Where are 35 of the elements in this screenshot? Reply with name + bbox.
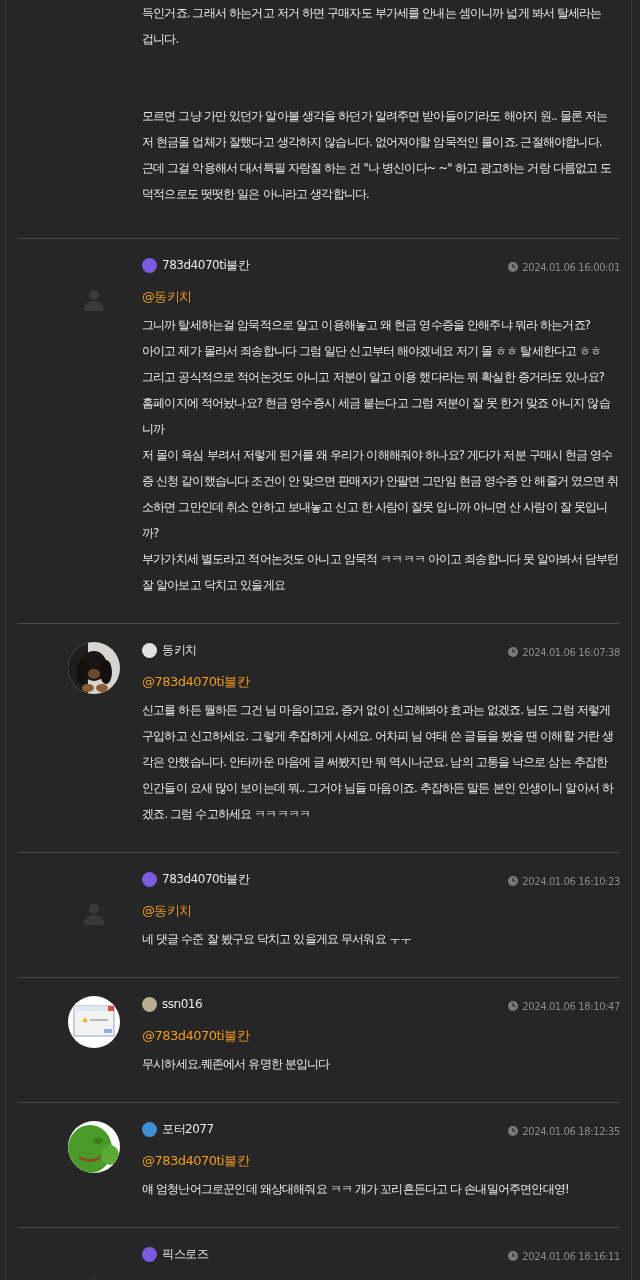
mention-link[interactable]: @783d4070ti불칸 xyxy=(142,1026,250,1046)
comment-text: 아이고 제가 몰라서 죄송합니다 그럼 일단 신고부터 해야겠네요 저기 몰 ㅎㅎ 탈세한다고 ㅎㅎ xyxy=(142,343,603,360)
mention-link[interactable]: @동키치 xyxy=(142,901,192,921)
comment-author[interactable]: 포터2077 xyxy=(162,1120,214,1138)
mention-link[interactable]: @783d4070ti불칸 xyxy=(142,672,250,692)
mention-link[interactable]: @783d4070ti불칸 xyxy=(142,1151,250,1171)
comment-text: 신고를 하든 뭘하든 그건 님 마음이고요, 증거 없이 신고해봐야 효과는 없겠죠. 님도 그럼 저렇게 구입하고 신고하세요. 그렇게 추잡하게 사세요. 어차피 님 여태 쓴 글들을 봤을 땐 이해할 거란 생각은 안했습니다. 안타까운 마음에 글 써봤지만 뭐 역시나군요. 남의 고통을 낙으로 삼는 추잡한 인간들이 요새 많이 보이는데 뭐.. 그거야 님들 마음이죠. 추잡하든 말든 본인 인생이니 알아서 하겠죠. 그럼 수고하세요 ㅋㅋㅋㅋㅋ xyxy=(142,702,615,823)
clock-icon xyxy=(508,1251,519,1261)
clock-icon xyxy=(508,1001,519,1011)
clock-icon xyxy=(508,1126,519,1136)
clock-icon xyxy=(508,647,519,657)
comment-time: 2024.01.06 16:00:01 xyxy=(522,260,620,275)
comment-author[interactable]: 동키치 xyxy=(162,641,197,659)
comment-author[interactable]: 픽스로즈 xyxy=(162,1245,209,1263)
comment-time: 2024.01.06 18:10:47 xyxy=(522,999,620,1014)
comment-text: 부가가치세 별도라고 적어논것도 아니고 암묵적 ㅋㅋㅋㅋ 아이고 죄송합니다 못 알아봐서 담부턴 잘 알아보고 닥치고 있을게요 xyxy=(142,551,620,594)
comment-text: 얘 엄청난어그로꾼인데 왜상대해줘요 ㅋㅋ 개가 꼬리흔든다고 다 손내밀어주면안대영! xyxy=(142,1181,570,1198)
comment-time: 2024.01.06 16:07:38 xyxy=(522,645,620,660)
comment-author[interactable]: 783d4070ti불칸 xyxy=(162,256,250,274)
comment-text: 무시하세요.퀘존에서 유명한 분입니다 xyxy=(142,1056,331,1073)
post-paragraph: 모르면 그냥 가만 있던가 알아볼 생각을 하던가 알려주면 받아들이기라도 해야지 원.. 물론 저는 저 현금몰 업체가 잘했다고 생각하지 않습니다. 없어져야할 암묵적인 룰이죠. 근절해야합니다. 근데 그걸 악용해서 대서특필 자랑질 하는 건 "나 병신이다~ ~" 하고 광고하는 거랑 다름없고 도덕적으로도 떳떳한 일은 아니라고 생각합니다. xyxy=(142,108,612,203)
comment-author[interactable]: ssn016 xyxy=(162,995,203,1013)
mention-link[interactable]: @동키치 xyxy=(142,287,192,307)
clock-icon xyxy=(508,876,519,886)
comment-text: 그니까 탈세하는걸 암묵적으로 알고 이용해놓고 왜 현금 영수증을 안해주냐 뭐라 하는거죠? xyxy=(142,317,592,334)
clock-icon xyxy=(508,262,519,272)
post-paragraph: 득인거죠. 그래서 하는거고 저거 하면 구매자도 부가세를 안내는 셈이니까 넓게 봐서 탈세라는 겁니다. xyxy=(142,5,603,48)
comment-author[interactable]: 783d4070ti불칸 xyxy=(162,870,250,888)
comment-time: 2024.01.06 16:10:23 xyxy=(522,874,620,889)
comment-time: 2024.01.06 18:12:35 xyxy=(522,1124,620,1139)
comment-text: 그리고 공식적으로 적어논것도 아니고 저분이 알고 이용 했다라는 뭐 확실한 증거라도 있나요? xyxy=(142,369,606,386)
comment-text: 홈페이지에 적어놨나요? 현금 영수증시 세금 붙는다고 그럼 저분이 잘 못 한거 맞죠 아니지 않습니까 xyxy=(142,395,611,438)
comment-time: 2024.01.06 18:16:11 xyxy=(522,1249,620,1264)
comment-text: 네 댓글 수준 잘 봤구요 닥치고 있을게요 무서워요 ㅜㅜ xyxy=(142,931,413,948)
comment-text: 저 몰이 욕심 부려서 저렇게 된거를 왜 우리가 이해해줘야 하나요? 게다가 저분 구매시 현금 영수증 신청 같이했습니다 조건이 안 맞으면 판매자가 안팔면 그만임 현금 영수증 안 해줄거 였으면 취소하면 그만인데 취소 안하고 보내놓고 신고 한 사람이 잘못 입니까 아니면 산 사람이 잘 못입니까? xyxy=(142,447,620,542)
